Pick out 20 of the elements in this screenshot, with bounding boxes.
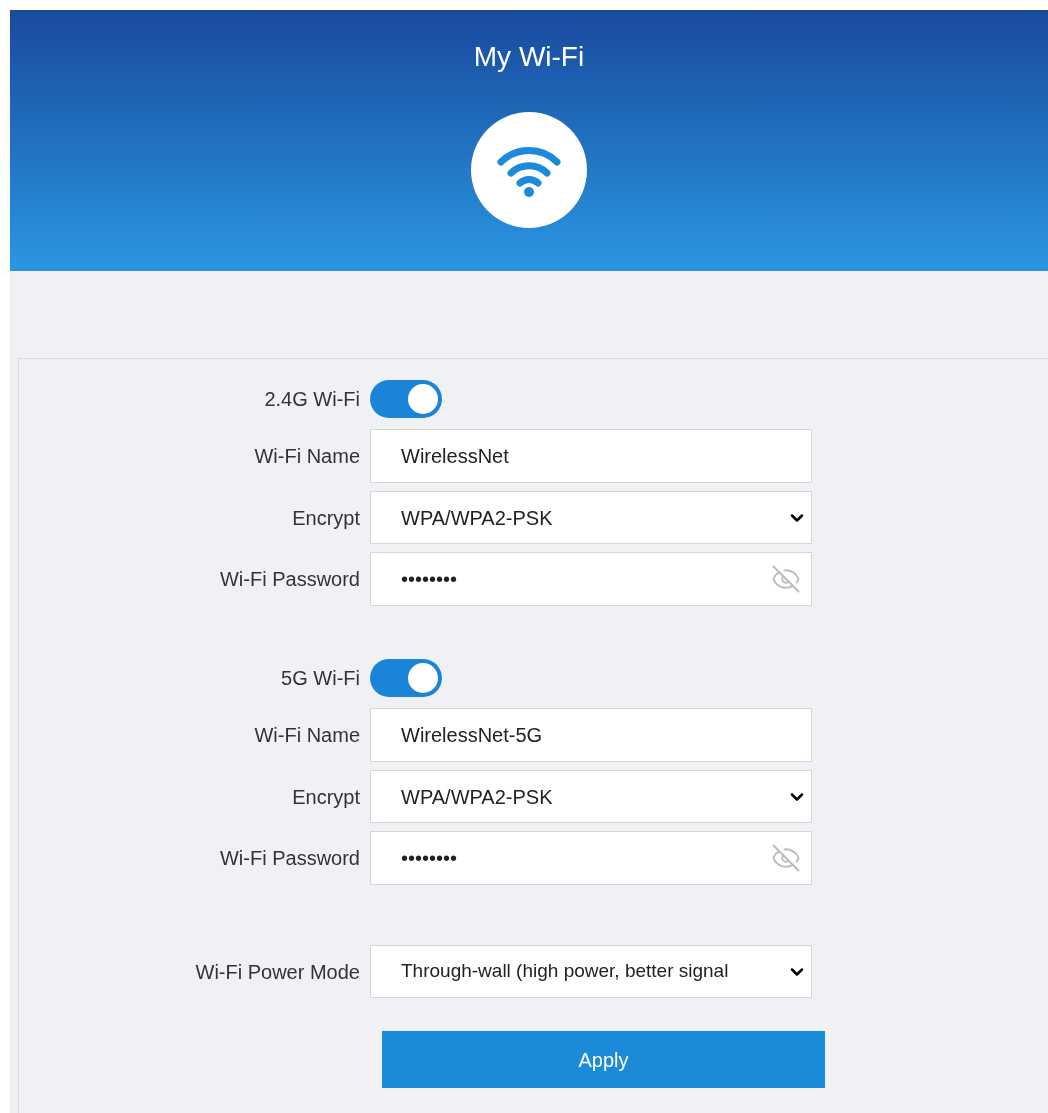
field-label: Encrypt bbox=[292, 505, 360, 531]
toggle-switch[interactable] bbox=[370, 659, 442, 697]
field-label: 5G Wi-Fi bbox=[281, 666, 360, 691]
password-field[interactable]: •••••••• bbox=[370, 552, 812, 606]
field-label: Wi-Fi Name bbox=[254, 444, 360, 469]
password-field[interactable]: •••••••• bbox=[370, 831, 812, 885]
page-title: My Wi-Fi bbox=[473, 40, 585, 74]
field-label: Wi-Fi Power Mode bbox=[195, 959, 360, 985]
toggle-switch[interactable] bbox=[370, 380, 442, 418]
field-label: 2.4G Wi-Fi bbox=[264, 387, 360, 412]
field-label: Wi-Fi Name bbox=[254, 723, 360, 748]
text-field[interactable]: WirelessNet-5G bbox=[370, 708, 812, 762]
text-field[interactable]: WirelessNet bbox=[370, 429, 812, 483]
field-label: Encrypt bbox=[292, 784, 360, 810]
select-field[interactable]: WPA/WPA2-PSK bbox=[370, 491, 812, 544]
apply-button[interactable]: Apply bbox=[382, 1031, 825, 1088]
select-field[interactable]: WPA/WPA2-PSK bbox=[370, 770, 812, 823]
select-field[interactable]: Through-wall (high power, better signal bbox=[370, 945, 812, 998]
field-label: Wi-Fi Password bbox=[220, 567, 360, 592]
field-label: Wi-Fi Password bbox=[220, 846, 360, 871]
